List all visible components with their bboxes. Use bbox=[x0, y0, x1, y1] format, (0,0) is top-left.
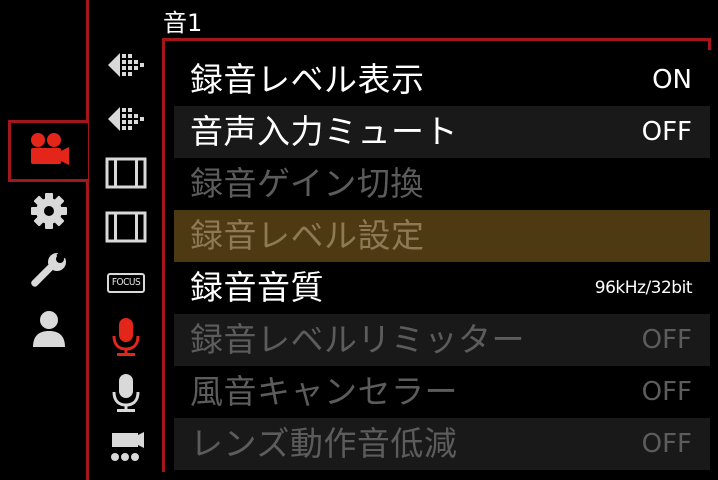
category-custom[interactable] bbox=[22, 186, 76, 236]
menu-item-rec-level-display[interactable]: 録音レベル表示 ON bbox=[174, 54, 710, 106]
category-my-menu[interactable] bbox=[22, 304, 76, 354]
menu-item-label: 録音レベル表示 bbox=[190, 60, 425, 99]
menu-item-label: 録音レベル設定 bbox=[190, 216, 425, 255]
menu-item-label: 録音レベルリミッター bbox=[190, 320, 525, 359]
film-strip-icon bbox=[105, 211, 147, 243]
frame-column-line bbox=[86, 0, 89, 480]
category-setup[interactable] bbox=[22, 246, 76, 296]
menu-item-rec-sound-quality[interactable]: 録音音質 96kHz/32bit bbox=[174, 262, 710, 314]
category-video[interactable] bbox=[22, 126, 76, 176]
camera-dots-icon bbox=[111, 432, 144, 461]
menu-item-label: 音声入力ミュート bbox=[190, 112, 458, 151]
wrench-icon bbox=[31, 251, 68, 287]
menu-item-rec-level-adjust[interactable]: 録音レベル設定 bbox=[174, 210, 710, 262]
menu-item-value: OFF bbox=[641, 377, 692, 407]
sub-tab-5[interactable]: FOCUS bbox=[100, 260, 152, 306]
menu-list: 録音レベル表示 ON 音声入力ミュート OFF 録音ゲイン切換 録音レベル設定 … bbox=[174, 54, 710, 470]
menu-item-value: OFF bbox=[641, 117, 692, 147]
menu-item-rec-level-limiter[interactable]: 録音レベルリミッター OFF bbox=[174, 314, 710, 366]
microphone-icon bbox=[112, 318, 140, 356]
sub-tab-4[interactable] bbox=[100, 204, 152, 250]
menu-item-value: ON bbox=[652, 65, 692, 95]
page-title: 音1 bbox=[163, 9, 203, 37]
menu-item-label: 風音キャンセラー bbox=[190, 372, 458, 411]
sub-tab-8[interactable] bbox=[100, 424, 152, 470]
menu-item-sound-input-mute[interactable]: 音声入力ミュート OFF bbox=[174, 106, 710, 158]
frame-right-line bbox=[708, 38, 711, 50]
sub-tab-6[interactable] bbox=[100, 314, 152, 360]
sub-tab-7[interactable] bbox=[100, 370, 152, 416]
focus-badge-icon: FOCUS bbox=[106, 273, 146, 293]
film-strip-icon bbox=[105, 157, 147, 189]
microphone-icon bbox=[112, 374, 140, 412]
menu-item-rec-gain-switch[interactable]: 録音ゲイン切換 bbox=[174, 158, 710, 210]
sub-tab-2[interactable] bbox=[100, 96, 152, 142]
menu-item-value: 96kHz/32bit bbox=[594, 278, 693, 298]
dotted-arrow-left-icon bbox=[108, 53, 144, 77]
menu-item-value: OFF bbox=[641, 325, 692, 355]
menu-item-lens-noise-reduction[interactable]: レンズ動作音低減 OFF bbox=[174, 418, 710, 470]
menu-item-value: OFF bbox=[641, 429, 692, 459]
menu-item-wind-noise-canceller[interactable]: 風音キャンセラー OFF bbox=[174, 366, 710, 418]
frame-left-line bbox=[162, 38, 165, 472]
person-icon bbox=[33, 311, 65, 347]
menu-item-label: 録音音質 bbox=[190, 268, 324, 307]
gear-icon bbox=[31, 193, 67, 229]
dotted-arrow-left-icon bbox=[108, 107, 144, 131]
sub-tab-1[interactable] bbox=[100, 42, 152, 88]
sub-tab-3[interactable] bbox=[100, 150, 152, 196]
menu-item-label: レンズ動作音低減 bbox=[190, 424, 458, 463]
video-camera-icon bbox=[31, 133, 69, 165]
menu-item-label: 録音ゲイン切換 bbox=[190, 164, 424, 203]
frame-top-line bbox=[163, 38, 711, 41]
